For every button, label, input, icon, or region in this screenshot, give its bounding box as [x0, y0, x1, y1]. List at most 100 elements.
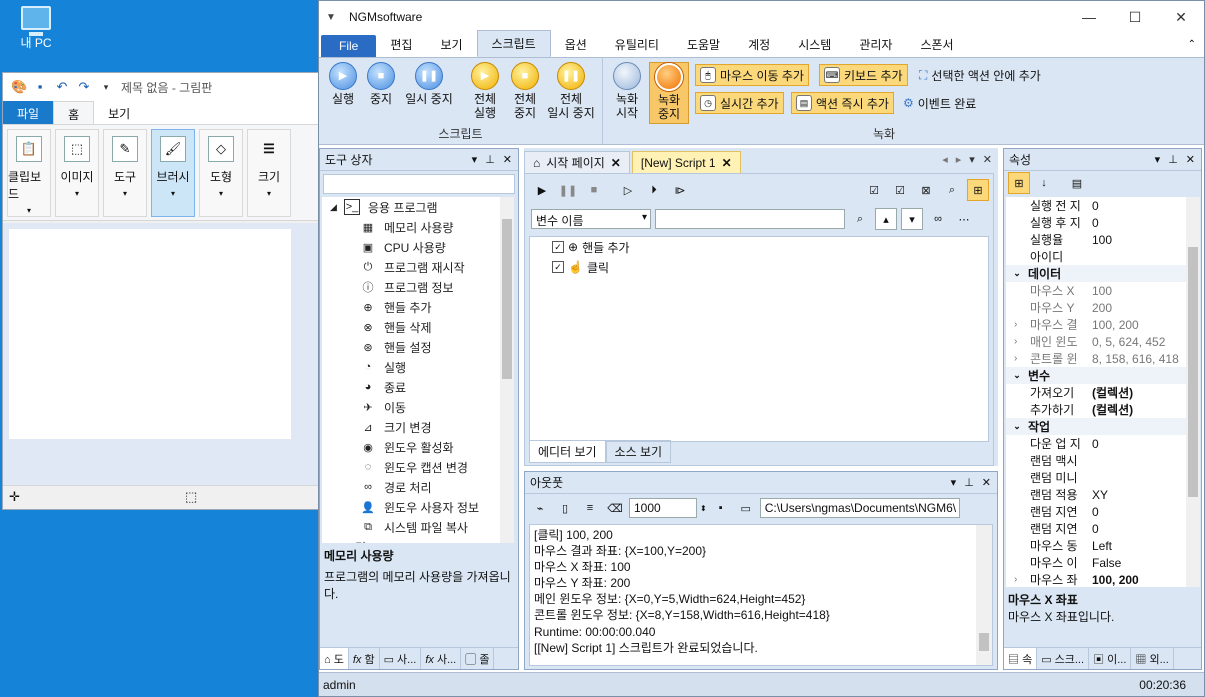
- property-category[interactable]: ⌄ 데이터: [1006, 265, 1200, 282]
- tab-start-page[interactable]: ⌂ 시작 페이지 ✕: [524, 151, 630, 173]
- tab-account[interactable]: 계정: [734, 32, 784, 57]
- list-item[interactable]: ✓ ⊕ 핸들 추가: [530, 237, 988, 257]
- property-category[interactable]: ⌄ 작업: [1006, 418, 1200, 435]
- record-stop-button[interactable]: 녹화 중지: [649, 62, 689, 124]
- output-path-input[interactable]: C:\Users\ngmas\Documents\NGM6\: [759, 498, 960, 518]
- property-value[interactable]: 0, 5, 624, 452: [1090, 335, 1165, 349]
- property-value[interactable]: 8, 158, 616, 418: [1090, 352, 1179, 366]
- tab-scripts[interactable]: ▭ 스크...: [1037, 648, 1090, 669]
- tab-user-actions[interactable]: ▭ 사...: [380, 648, 422, 669]
- property-pages-icon[interactable]: ▤: [1066, 172, 1088, 194]
- pause-all-button[interactable]: ❚❚ 전체 일시 중지: [543, 62, 599, 120]
- property-value[interactable]: 0: [1090, 437, 1099, 451]
- close-icon[interactable]: ✕: [1186, 153, 1195, 166]
- event-done-button[interactable]: ⚙ 이벤트 완료: [899, 92, 980, 114]
- lines-icon[interactable]: ≡: [579, 497, 601, 519]
- property-row[interactable]: 랜덤 미니: [1006, 469, 1200, 486]
- tree-item[interactable]: ◉ 윈도우 활성화: [322, 437, 514, 457]
- properties-scrollbar[interactable]: [1186, 197, 1200, 587]
- property-row[interactable]: 랜덤 지연 0: [1006, 520, 1200, 537]
- ngm-window[interactable]: ▼ NGMsoftware — ☐ ✕ File 편집 보기 스크립트 옵션 유…: [318, 0, 1205, 697]
- delete-icon[interactable]: ⊠: [915, 179, 937, 201]
- tools-button[interactable]: ✎ 도구 ▾: [103, 129, 147, 217]
- size-button[interactable]: ☰ 크기 ▾: [247, 129, 291, 217]
- property-row[interactable]: › 마우스 좌 100, 200: [1006, 571, 1200, 588]
- property-row[interactable]: 실행 후 지 0: [1006, 214, 1200, 231]
- add-keyboard-button[interactable]: ⌨ 키보드 추가: [819, 64, 908, 86]
- stepper-icon[interactable]: ⬍: [700, 504, 707, 513]
- property-row[interactable]: 아이디: [1006, 248, 1200, 265]
- undo-icon[interactable]: ↶: [55, 80, 69, 94]
- paint-canvas[interactable]: [9, 229, 291, 439]
- sort-alpha-icon[interactable]: ↓: [1033, 172, 1055, 194]
- dropdown-icon[interactable]: ▾: [472, 153, 478, 166]
- output-scrollbar[interactable]: [976, 525, 992, 665]
- tab-user-functions[interactable]: fx 사...: [421, 648, 462, 669]
- property-row[interactable]: › 콘트롤 윈 8, 158, 616, 418: [1006, 350, 1200, 367]
- property-grid[interactable]: 실행 전 지 0 실행 후 지 0 실행율 100 아이디 ⌄ 데이터 마우스 X 100 마우스 Y…: [1006, 197, 1200, 587]
- check-icon[interactable]: ☑: [889, 179, 911, 201]
- record-start-button[interactable]: 녹화 시작: [607, 62, 647, 120]
- pin-icon[interactable]: ⊥: [1168, 153, 1178, 166]
- script-action-list[interactable]: ✓ ⊕ 핸들 추가 ✓ ☝ 클릭: [529, 236, 989, 442]
- tree-item[interactable]: ◌ 윈도우 캡션 변경: [322, 457, 514, 477]
- run-selected-icon[interactable]: ⧐: [669, 179, 691, 201]
- tree-item[interactable]: ⓘ 프로그램 정보: [322, 277, 514, 297]
- system-menu-icon[interactable]: ▼: [319, 12, 343, 23]
- tree-item[interactable]: ⧉ 시스템 파일 복사: [322, 517, 514, 537]
- clear-brush-icon[interactable]: ⌁: [529, 497, 551, 519]
- list-item[interactable]: ✓ ☝ 클릭: [530, 257, 988, 277]
- search-icon[interactable]: ⌕: [849, 208, 871, 230]
- tree-root-condition[interactable]: ▷조건: [322, 537, 514, 544]
- eraser-icon[interactable]: ⌫: [604, 497, 626, 519]
- property-row[interactable]: 랜덤 지연 0: [1006, 503, 1200, 520]
- more-icon[interactable]: ⋯: [953, 208, 975, 230]
- line-count-input[interactable]: 1000: [629, 498, 697, 518]
- tab-script-1[interactable]: [New] Script 1 ✕: [631, 151, 741, 173]
- quick-access-dropdown-icon[interactable]: ▾: [99, 80, 113, 94]
- pin-icon[interactable]: ⊥: [485, 153, 495, 166]
- add-action-now-button[interactable]: ▤ 액션 즉시 추가: [791, 92, 894, 114]
- property-category[interactable]: ⌄ 변수: [1006, 367, 1200, 384]
- tab-editor-view[interactable]: 에디터 보기: [529, 440, 606, 463]
- tab-external[interactable]: ▦ 외...: [1131, 648, 1174, 669]
- tree-item[interactable]: ⊗ 핸들 삭제: [322, 317, 514, 337]
- property-value[interactable]: 0: [1090, 522, 1099, 536]
- tab-snippets[interactable]: ▢ 졸: [461, 648, 495, 669]
- tab-help[interactable]: 도움말: [673, 32, 734, 57]
- search-icon[interactable]: ⌕: [941, 179, 963, 201]
- stop-button[interactable]: ■ 중지: [361, 62, 401, 106]
- add-in-selected-button[interactable]: ⛶ 선택한 액션 안에 추가: [915, 64, 1045, 86]
- add-mouse-move-button[interactable]: 🖱 마우스 이동 추가: [695, 64, 809, 86]
- tree-item[interactable]: ▣ CPU 사용량: [322, 237, 514, 257]
- save-icon[interactable]: ▪: [710, 497, 732, 519]
- tab-script[interactable]: 스크립트: [476, 30, 551, 57]
- property-row[interactable]: 마우스 동 Left: [1006, 537, 1200, 554]
- close-icon[interactable]: ✕: [983, 153, 992, 166]
- pause-button[interactable]: ❚❚ 일시 중지: [401, 62, 457, 106]
- maximize-button[interactable]: ☐: [1112, 9, 1158, 26]
- tab-admin[interactable]: 관리자: [845, 32, 906, 57]
- tree-root-application[interactable]: ◢ >_ 응용 프로그램: [322, 197, 514, 217]
- output-text[interactable]: [클릭] 100, 200 마우스 결과 좌표: {X=100,Y=200} 마…: [529, 524, 993, 666]
- close-tab-icon[interactable]: ✕: [611, 156, 621, 170]
- property-row[interactable]: 가져오기 (컬렉션): [1006, 384, 1200, 401]
- property-value[interactable]: (컬렉션): [1090, 401, 1133, 418]
- tree-item[interactable]: ◔ 실행: [322, 357, 514, 377]
- paint-tab-home[interactable]: 홈: [53, 101, 95, 124]
- move-up-icon[interactable]: ▴: [875, 208, 897, 230]
- tab-utility[interactable]: 유틸리티: [601, 32, 673, 57]
- property-value[interactable]: 100, 200: [1090, 318, 1139, 332]
- tree-item[interactable]: ▦ 메모리 사용량: [322, 217, 514, 237]
- property-value[interactable]: XY: [1090, 488, 1108, 502]
- property-value[interactable]: 200: [1090, 301, 1112, 315]
- dropdown-icon[interactable]: ▾: [951, 476, 957, 489]
- tab-system[interactable]: 시스템: [784, 32, 845, 57]
- toolbox-search-input[interactable]: [323, 174, 515, 194]
- tree-item[interactable]: ⊿ 크기 변경: [322, 417, 514, 437]
- tab-sponsor[interactable]: 스폰서: [906, 32, 967, 57]
- expand-icon[interactable]: ›: [1014, 319, 1017, 330]
- add-realtime-button[interactable]: ◷ 실시간 추가: [695, 92, 784, 114]
- variable-filter-input[interactable]: [655, 209, 845, 229]
- collapse-icon[interactable]: ⌄: [1006, 421, 1028, 432]
